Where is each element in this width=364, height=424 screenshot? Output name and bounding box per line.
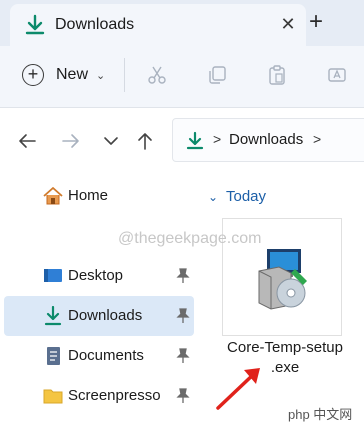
rename-icon[interactable] — [326, 64, 348, 86]
toolbar-divider — [124, 58, 125, 92]
new-tab-button[interactable]: + — [303, 10, 329, 36]
documents-icon — [47, 347, 60, 365]
new-button[interactable]: + New ⌄ — [22, 58, 105, 92]
command-bar: + New ⌄ — [0, 46, 364, 108]
sidebar-item-screenpresso[interactable]: Screenpresso — [4, 376, 194, 416]
pin-icon[interactable] — [176, 348, 190, 364]
chevron-down-icon: ⌄ — [96, 69, 106, 82]
watermark-badge: php 中文网 — [288, 407, 353, 422]
tab-bar: Downloads ✕ + — [0, 0, 364, 46]
sidebar-item-downloads[interactable]: Downloads — [4, 296, 194, 336]
sidebar-item-documents[interactable]: Documents — [4, 336, 194, 376]
sidebar-item-desktop[interactable]: Desktop — [4, 256, 194, 296]
breadcrumb-separator[interactable]: > — [313, 131, 321, 147]
group-header-today[interactable]: Today — [226, 188, 266, 205]
pin-icon[interactable] — [176, 308, 190, 324]
main-content: Home Desktop Downloads Documents Screenp… — [0, 174, 364, 424]
download-icon — [44, 306, 62, 326]
desktop-icon — [44, 269, 62, 282]
red-arrow-annotation — [216, 368, 260, 410]
sidebar-item-label: Screenpresso — [68, 387, 161, 404]
address-bar[interactable]: > Downloads > — [172, 118, 364, 162]
tab-title: Downloads — [55, 16, 135, 33]
sidebar-item-home[interactable]: Home — [4, 176, 194, 216]
download-icon — [25, 14, 45, 35]
new-label: New — [56, 66, 89, 83]
home-icon — [43, 187, 63, 205]
plus-circle-icon: + — [22, 64, 44, 86]
file-name-line: Core-Temp-setup — [227, 339, 343, 356]
back-icon[interactable] — [16, 130, 38, 152]
tab-downloads[interactable]: Downloads ✕ — [10, 4, 306, 46]
folder-icon — [43, 389, 63, 404]
pin-icon[interactable] — [176, 388, 190, 404]
sidebar-item-label: Desktop — [68, 267, 124, 284]
chevron-down-icon[interactable]: ⌄ — [208, 190, 218, 204]
watermark: @thegeekpage.com — [118, 230, 262, 247]
sidebar-item-label: Downloads — [68, 307, 143, 324]
breadcrumb-downloads[interactable]: Downloads — [229, 131, 303, 148]
sidebar-item-label: Documents — [68, 347, 144, 364]
cut-icon[interactable] — [146, 64, 168, 86]
up-icon[interactable] — [134, 130, 156, 152]
paste-icon[interactable] — [266, 64, 288, 86]
navigation-bar: > Downloads > — [0, 108, 364, 174]
forward-icon[interactable] — [60, 130, 82, 152]
navigation-pane: Home Desktop Downloads Documents Screenp… — [0, 174, 200, 424]
close-tab-button[interactable]: ✕ — [276, 12, 300, 36]
breadcrumb-separator[interactable]: > — [213, 131, 221, 147]
installer-icon — [258, 249, 307, 310]
pin-icon[interactable] — [176, 268, 190, 284]
recent-locations-icon[interactable] — [100, 130, 122, 152]
sidebar-item-label: Home — [68, 187, 109, 204]
download-icon — [186, 131, 204, 150]
copy-icon[interactable] — [206, 64, 228, 86]
